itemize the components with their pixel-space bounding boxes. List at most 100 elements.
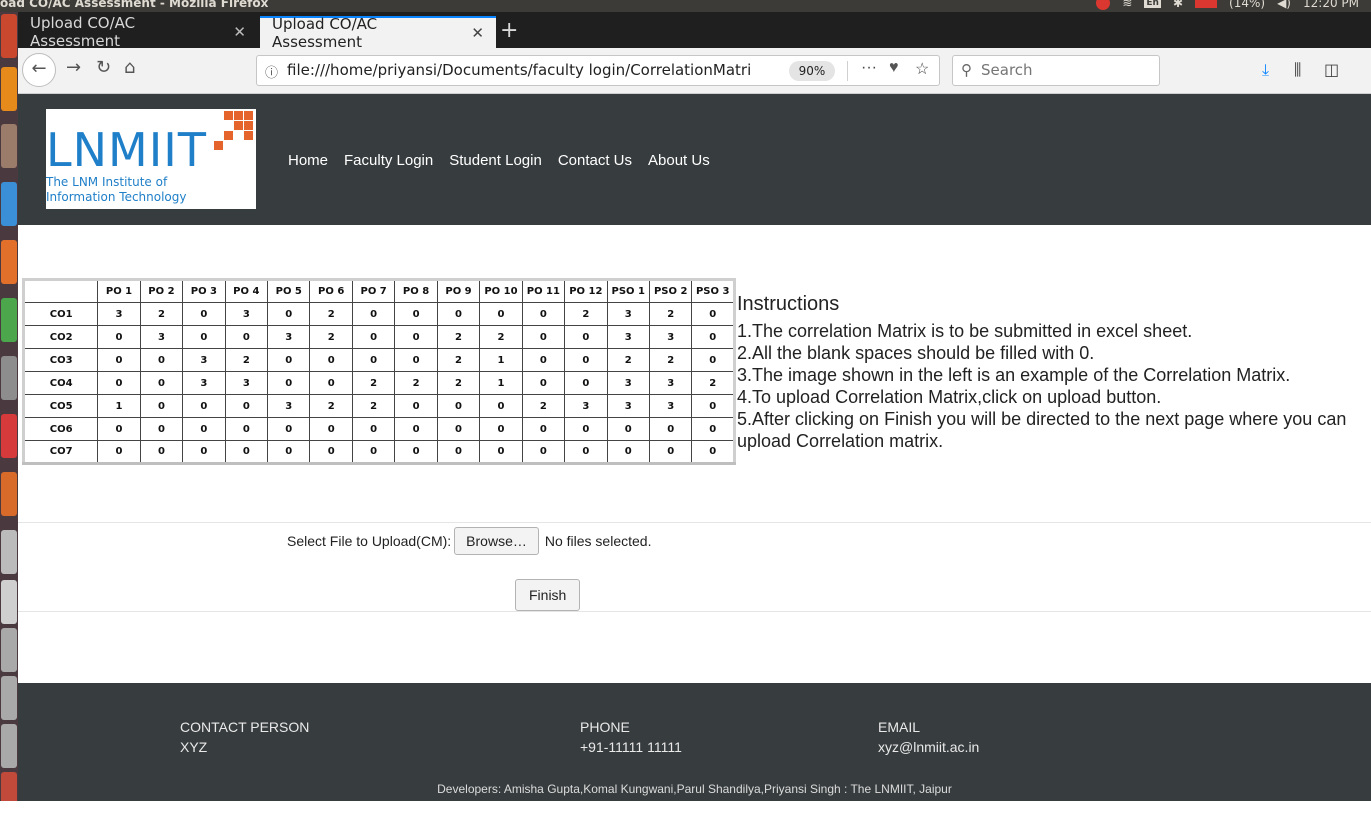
reload-button[interactable]: ↻ xyxy=(96,57,111,78)
site-header: LNMIIT The LNM Institute of Information … xyxy=(18,94,1371,225)
tab-upload-assessment-active[interactable]: Upload CO/AC Assessment ✕ xyxy=(260,15,496,51)
search-bar[interactable]: ⚲ xyxy=(952,55,1160,86)
notification-icon[interactable] xyxy=(1096,0,1111,10)
sidebar-icon[interactable]: ◫ xyxy=(1324,60,1339,79)
files-icon[interactable] xyxy=(1,124,17,168)
app-icon[interactable] xyxy=(1,724,17,768)
matrix-cell: 0 xyxy=(564,417,608,441)
nav-faculty-login[interactable]: Faculty Login xyxy=(344,152,433,169)
matrix-cell: 0 xyxy=(182,440,226,464)
matrix-cell: 0 xyxy=(267,440,311,464)
nav-contact-us[interactable]: Contact Us xyxy=(558,152,632,169)
matrix-cell: 3 xyxy=(97,302,141,326)
url-text[interactable]: file:///home/priyansi/Documents/faculty … xyxy=(287,61,757,79)
tab-upload-assessment[interactable]: Upload CO/AC Assessment ✕ xyxy=(18,14,258,50)
info-icon[interactable]: ⓘ xyxy=(265,62,278,81)
terminal-icon[interactable] xyxy=(1,628,17,672)
matrix-cell: 0 xyxy=(224,417,269,441)
nav-home[interactable]: Home xyxy=(288,152,328,169)
matrix-row: CO6 0 0 0 0 0 0 0 0 0 0 0 0 0 0 0 xyxy=(22,417,735,441)
matrix-cell: 3 xyxy=(267,325,311,349)
calc-icon[interactable] xyxy=(1,298,17,342)
matrix-cell: 2 xyxy=(436,371,481,395)
document-icon[interactable] xyxy=(1,580,17,624)
close-icon[interactable]: ✕ xyxy=(471,24,484,42)
text-editor-icon[interactable] xyxy=(1,530,17,574)
matrix-cell: 0 xyxy=(691,325,735,349)
matrix-cell: 0 xyxy=(139,371,184,395)
launcher-app-icon[interactable] xyxy=(1,14,17,58)
app-icon[interactable] xyxy=(1,472,17,516)
matrix-col-header: PO 11 xyxy=(521,279,566,303)
matrix-cell: 0 xyxy=(224,440,269,464)
matrix-cell: 0 xyxy=(436,302,481,326)
matrix-cell: 2 xyxy=(224,348,269,372)
new-tab-button[interactable]: + xyxy=(500,18,518,43)
bluetooth-icon[interactable]: ✱ xyxy=(1173,0,1183,10)
wifi-icon[interactable]: ≋ xyxy=(1122,0,1132,10)
matrix-cell: 0 xyxy=(564,371,608,395)
downloads-icon[interactable]: ⤓ xyxy=(1262,60,1269,80)
matrix-cell: 0 xyxy=(351,417,396,441)
zoom-indicator[interactable]: 90% xyxy=(789,61,835,81)
writer-icon[interactable] xyxy=(1,182,17,226)
contact-heading: CONTACT PERSON xyxy=(180,719,310,735)
matrix-cell: 0 xyxy=(564,348,608,372)
logo-square xyxy=(244,111,253,120)
matrix-cell: 0 xyxy=(691,348,735,372)
search-input[interactable] xyxy=(981,61,1151,79)
url-bar[interactable]: ⓘ file:///home/priyansi/Documents/facult… xyxy=(256,55,940,86)
nav-about-us[interactable]: About Us xyxy=(648,152,710,169)
matrix-cell: 0 xyxy=(97,325,141,349)
library-icon[interactable]: ⫼ xyxy=(1294,60,1301,80)
forward-button[interactable]: → xyxy=(66,57,81,78)
clock[interactable]: 12:20 PM xyxy=(1303,0,1359,10)
matrix-cell: 0 xyxy=(691,302,735,326)
finish-button[interactable]: Finish xyxy=(515,579,581,611)
matrix-row: CO3 0 0 3 2 0 0 0 0 2 1 0 0 2 2 0 xyxy=(22,348,735,372)
matrix-cell: 0 xyxy=(351,325,396,349)
browse-button[interactable]: Browse… xyxy=(454,527,539,555)
matrix-cell: 0 xyxy=(267,371,311,395)
bookmark-star-icon[interactable]: ☆ xyxy=(915,59,929,79)
matrix-cell: 3 xyxy=(182,348,226,372)
matrix-cell: 3 xyxy=(606,371,650,395)
search-icon: ⚲ xyxy=(961,62,972,79)
nav-student-login[interactable]: Student Login xyxy=(449,152,542,169)
os-tray: ≋ En ✱ (14%) ◀) 12:20 PM xyxy=(1096,0,1359,10)
impress-icon[interactable] xyxy=(1,414,17,458)
keyboard-layout[interactable]: En xyxy=(1144,0,1161,8)
phone-heading: PHONE xyxy=(580,719,630,735)
os-top-panel: oad CO/AC Assessment - Mozilla Firefox ≋… xyxy=(0,0,1371,12)
matrix-cell: 0 xyxy=(139,348,184,372)
software-icon[interactable] xyxy=(1,240,17,284)
matrix-row: CO4 0 0 3 3 0 0 2 2 2 1 0 0 3 3 2 xyxy=(22,371,735,395)
matrix-row: CO1 3 2 0 3 0 2 0 0 0 0 0 2 3 2 0 xyxy=(22,302,735,326)
upload-label: Select File to Upload(CM): xyxy=(287,533,452,549)
matrix-col-header: PO 1 xyxy=(97,279,141,303)
home-button[interactable]: ⌂ xyxy=(124,57,135,78)
tab-strip: Upload CO/AC Assessment ✕ Upload CO/AC A… xyxy=(18,12,1371,51)
settings-icon[interactable] xyxy=(1,356,17,400)
matrix-cell: 3 xyxy=(182,371,226,395)
matrix-cell: 0 xyxy=(648,440,693,464)
instructions-panel: Instructions 1.The correlation Matrix is… xyxy=(737,293,1371,452)
back-button[interactable]: ← xyxy=(22,53,56,87)
email-value[interactable]: xyz@lnmiit.ac.in xyxy=(878,737,979,757)
more-actions-icon[interactable]: ··· xyxy=(861,59,877,77)
matrix-cell: 0 xyxy=(436,440,481,464)
matrix-col-header: PSO 1 xyxy=(606,279,650,303)
firefox-icon[interactable] xyxy=(1,67,17,111)
battery-icon[interactable] xyxy=(1195,0,1218,8)
matrix-cell: 0 xyxy=(351,440,396,464)
pocket-icon[interactable]: ♥ xyxy=(889,59,899,77)
logo-subtitle-line1: The LNM Institute of xyxy=(46,175,168,189)
lnmiit-logo[interactable]: LNMIIT The LNM Institute of Information … xyxy=(46,109,256,209)
close-icon[interactable]: ✕ xyxy=(233,23,246,41)
matrix-cell: 0 xyxy=(564,325,608,349)
matrix-cell: 2 xyxy=(521,394,566,418)
matrix-cell: 0 xyxy=(394,302,438,326)
volume-icon[interactable]: ◀) xyxy=(1277,0,1291,10)
matrix-row-label: CO7 xyxy=(22,440,99,464)
app-icon[interactable] xyxy=(1,676,17,720)
